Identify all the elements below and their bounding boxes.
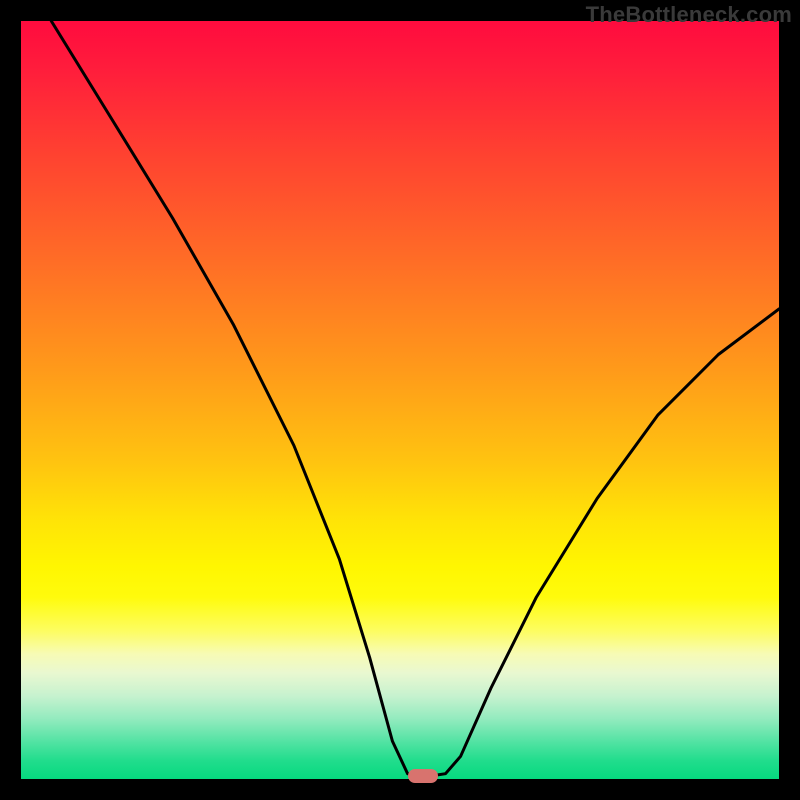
bottleneck-curve (21, 21, 779, 779)
optimal-point-marker (408, 769, 438, 783)
watermark-text: TheBottleneck.com (586, 2, 792, 28)
chart-frame: TheBottleneck.com (0, 0, 800, 800)
chart-gradient-background (21, 21, 779, 779)
